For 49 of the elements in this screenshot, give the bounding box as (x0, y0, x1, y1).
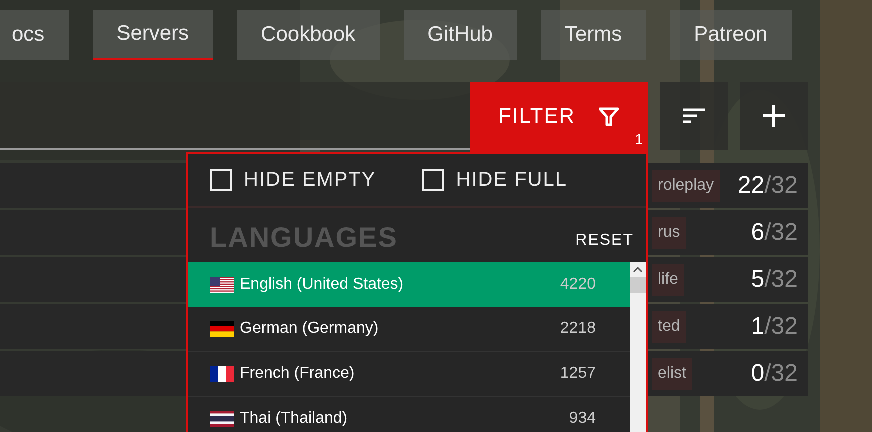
filter-count: 1 (635, 130, 644, 149)
language-name: German (Germany) (240, 319, 379, 339)
flag-icon (210, 321, 234, 337)
nav-tab[interactable]: GitHub (404, 10, 517, 60)
filter-button[interactable]: FILTER 1 (470, 82, 648, 152)
checkbox[interactable] (210, 169, 232, 192)
sort-button[interactable] (660, 82, 728, 150)
flag-icon (210, 411, 234, 427)
server-tag: ted (652, 310, 686, 342)
server-tag: elist (652, 358, 692, 390)
reset-button[interactable]: RESET (576, 229, 634, 253)
server-tag: rus (652, 216, 686, 248)
server-tag: life (652, 264, 684, 296)
scroll-thumb[interactable] (630, 277, 646, 293)
language-name: Thai (Thailand) (240, 409, 348, 429)
max-players: /32 (764, 264, 798, 294)
max-players: /32 (764, 218, 798, 248)
nav-tab[interactable]: Terms (540, 10, 646, 60)
language-count: 4220 (560, 274, 596, 294)
language-count: 1257 (560, 364, 596, 384)
filter-icon (599, 107, 620, 127)
max-players: /32 (764, 358, 798, 388)
flag-icon (210, 366, 234, 382)
nav-tab[interactable]: Servers (92, 10, 214, 60)
scroll-up-icon (633, 266, 643, 274)
checkbox-option[interactable]: HIDE FULL (422, 165, 568, 196)
max-players: /32 (764, 170, 798, 200)
language-name: English (United States) (240, 274, 404, 294)
checkbox-option[interactable]: HIDE EMPTY (210, 165, 376, 196)
player-count: 22 (738, 170, 765, 200)
nav-tab[interactable]: Cookbook (237, 10, 380, 60)
player-count: 0 (751, 358, 765, 388)
player-count: 1 (751, 312, 765, 342)
add-button[interactable] (740, 82, 808, 150)
scrollbar[interactable] (630, 262, 646, 432)
plus-icon (763, 105, 785, 127)
checkbox[interactable] (422, 169, 444, 192)
language-count: 2218 (560, 319, 596, 339)
nav-tab[interactable]: ocs (0, 10, 69, 60)
flag-icon (210, 276, 234, 292)
sort-icon (683, 108, 705, 124)
language-item[interactable]: English (United States) 4220 (188, 262, 630, 307)
language-name: French (France) (240, 364, 355, 384)
player-count: 6 (751, 218, 765, 248)
language-count: 934 (569, 409, 596, 429)
max-players: /32 (764, 312, 798, 342)
player-count: 5 (751, 264, 765, 294)
server-tag: roleplay (652, 170, 720, 202)
nav-tab[interactable]: Patreon (670, 10, 792, 60)
